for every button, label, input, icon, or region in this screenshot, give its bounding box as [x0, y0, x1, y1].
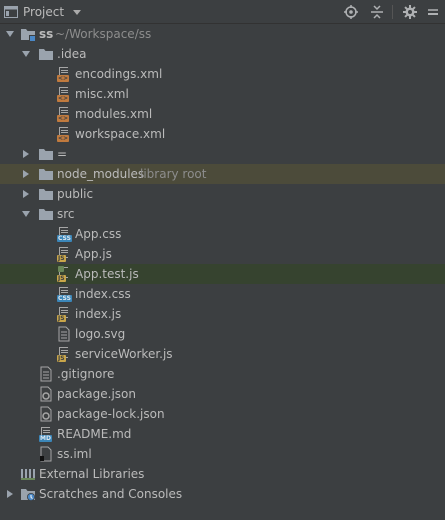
tree-node-eq-folder[interactable]: = [0, 144, 445, 164]
svg-file-icon [56, 326, 72, 342]
tree-node-idea-folder[interactable]: .idea [0, 44, 445, 64]
tree-file-xml[interactable]: <> modules.xml [0, 104, 445, 124]
tree-file-label: workspace.xml [75, 127, 166, 141]
project-icon [4, 5, 18, 19]
tree-node-label: .idea [57, 47, 87, 61]
tree-file-js[interactable]: JS serviceWorker.js [0, 344, 445, 364]
markdown-file-icon: MD [38, 426, 54, 442]
tree-file-json[interactable]: package-lock.json [0, 404, 445, 424]
folder-icon [38, 146, 54, 162]
tree-node-label: public [57, 187, 94, 201]
tree-file-xml[interactable]: <> misc.xml [0, 84, 445, 104]
tree-file-svg[interactable]: logo.svg [0, 324, 445, 344]
chevron-down-icon [73, 10, 82, 15]
tree-file-gitignore[interactable]: .gitignore [0, 364, 445, 384]
tree-node-label: src [57, 207, 75, 221]
tree-file-label: App.css [75, 227, 122, 241]
tree-file-label: ss.iml [57, 447, 92, 461]
test-js-file-icon: JS [56, 266, 72, 282]
tree-node-root[interactable]: ss ~/Workspace/ss [0, 24, 445, 44]
gear-icon[interactable] [402, 4, 418, 20]
tree-file-label: serviceWorker.js [75, 347, 173, 361]
library-root-hint: library root [140, 167, 207, 181]
xml-file-icon: <> [56, 126, 72, 142]
tree-file-label: App.test.js [75, 267, 139, 281]
tree-node-label: External Libraries [39, 467, 145, 481]
chevron-right-icon[interactable] [20, 168, 32, 180]
scratches-icon [20, 486, 36, 502]
tree-file-xml[interactable]: <> encodings.xml [0, 64, 445, 84]
tree-file-label: misc.xml [75, 87, 129, 101]
css-file-icon: CSS [56, 226, 72, 242]
xml-file-icon: <> [56, 86, 72, 102]
tree-file-css[interactable]: CSS index.css [0, 284, 445, 304]
locate-icon[interactable] [343, 4, 359, 20]
project-tree: ss ~/Workspace/ss .idea <> encodings.xml [0, 24, 445, 520]
tree-file-js[interactable]: JS index.js [0, 304, 445, 324]
collapse-all-icon[interactable] [369, 4, 385, 20]
tree-file-label: index.css [75, 287, 131, 301]
folder-icon [38, 46, 54, 62]
chevron-down-icon[interactable] [4, 28, 16, 40]
panel-title: Project [23, 5, 65, 19]
tree-file-iml[interactable]: ss.iml [0, 444, 445, 464]
tree-file-css[interactable]: CSS App.css [0, 224, 445, 244]
js-file-icon: JS [56, 306, 72, 322]
tree-node-public[interactable]: public [0, 184, 445, 204]
tree-node-src[interactable]: src [0, 204, 445, 224]
folder-icon [38, 206, 54, 222]
folder-icon [38, 166, 54, 182]
tree-file-js[interactable]: JS App.js [0, 244, 445, 264]
css-file-icon: CSS [56, 286, 72, 302]
module-folder-icon [20, 26, 36, 42]
tree-file-xml[interactable]: <> workspace.xml [0, 124, 445, 144]
json-file-icon [38, 406, 54, 422]
js-file-icon: JS [56, 346, 72, 362]
xml-file-icon: <> [56, 66, 72, 82]
iml-file-icon [38, 446, 54, 462]
tree-file-test-js[interactable]: JS App.test.js [0, 264, 445, 284]
tree-node-path-hint: ~/Workspace/ss [55, 27, 152, 41]
tree-node-external-libraries[interactable]: External Libraries [0, 464, 445, 484]
chevron-right-icon[interactable] [20, 188, 32, 200]
text-file-icon [38, 366, 54, 382]
json-file-icon [38, 386, 54, 402]
tree-file-md[interactable]: MD README.md [0, 424, 445, 444]
project-view-selector[interactable]: Project [4, 3, 82, 21]
tree-file-label: App.js [75, 247, 112, 261]
js-file-icon: JS [56, 246, 72, 262]
project-tool-window: Project ss ~/Workspace/ss .idea <> encod… [0, 0, 445, 520]
chevron-right-icon[interactable] [20, 148, 32, 160]
tree-file-label: logo.svg [75, 327, 126, 341]
tree-file-label: encodings.xml [75, 67, 163, 81]
xml-file-icon: <> [56, 106, 72, 122]
tree-file-label: package-lock.json [57, 407, 165, 421]
libraries-icon [20, 466, 36, 482]
tree-file-label: index.js [75, 307, 122, 321]
hide-panel-icon[interactable] [425, 4, 441, 20]
chevron-down-icon[interactable] [20, 208, 32, 220]
tree-file-label: .gitignore [57, 367, 115, 381]
chevron-down-icon[interactable] [20, 48, 32, 60]
chevron-right-icon[interactable] [4, 488, 16, 500]
tree-node-scratches[interactable]: Scratches and Consoles [0, 484, 445, 504]
tree-node-label: Scratches and Consoles [39, 487, 183, 501]
tree-file-label: package.json [57, 387, 137, 401]
tree-node-label: ss [39, 27, 54, 41]
folder-icon [38, 186, 54, 202]
tree-file-json[interactable]: package.json [0, 384, 445, 404]
tree-node-label: = [57, 147, 68, 161]
tree-file-label: modules.xml [75, 107, 153, 121]
tree-file-label: README.md [57, 427, 132, 441]
tree-node-node-modules[interactable]: node_modules library root [0, 164, 445, 184]
toolbar-divider [392, 5, 393, 19]
tree-node-label: node_modules [57, 167, 145, 181]
tool-window-header: Project [0, 0, 445, 24]
